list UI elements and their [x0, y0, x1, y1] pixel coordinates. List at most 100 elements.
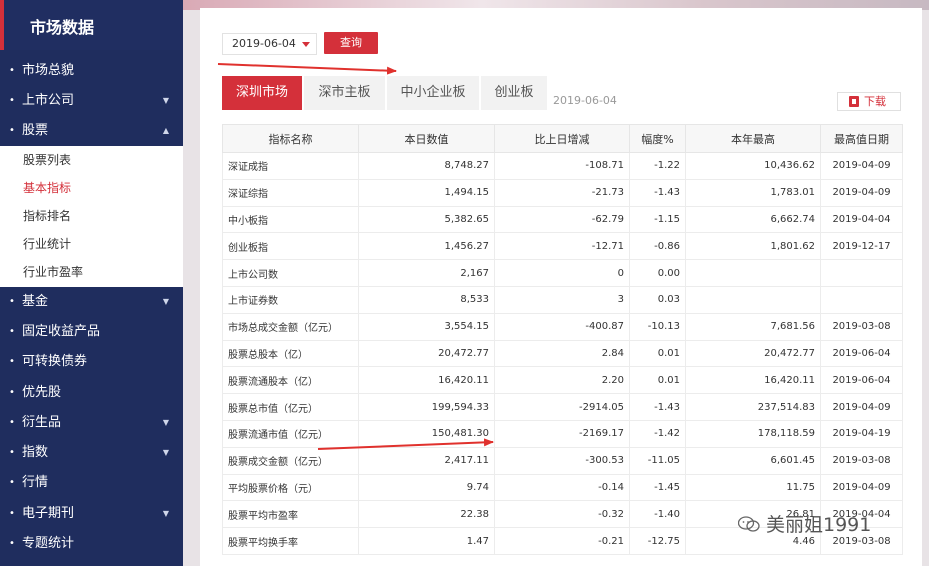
date-select-value: 2019-06-04: [232, 37, 296, 50]
tab-sme-board[interactable]: 中小企业板: [387, 76, 479, 110]
tab-shenzhen-market[interactable]: 深圳市场: [222, 76, 302, 110]
column-header: 最高值日期: [820, 124, 903, 153]
sidebar-item-label: 指数: [22, 445, 49, 460]
bullet-icon: •: [9, 296, 15, 307]
sidebar-item[interactable]: • 指数 ▼: [0, 438, 183, 468]
bullet-icon: •: [9, 95, 15, 106]
table-cell: -1.22: [629, 152, 686, 180]
table-cell: 创业板指: [222, 232, 359, 261]
sidebar-item[interactable]: • 基金 ▼: [0, 287, 183, 317]
table-cell: [685, 285, 821, 314]
table-cell: 3,554.15: [358, 312, 495, 341]
column-header: 比上日增减: [494, 124, 630, 153]
table-cell: 150,481.30: [358, 419, 495, 448]
sidebar-item-label: 衍生品: [22, 415, 62, 430]
main-panel: 2019-06-04 查询 深圳市场 深市主板 中小企业板 创业板 2019-0…: [200, 8, 922, 566]
bullet-icon: •: [9, 508, 15, 519]
table-cell: 股票流通市值（亿元）: [222, 419, 359, 448]
table-cell: 2019-06-04: [820, 339, 903, 368]
date-select[interactable]: 2019-06-04: [222, 33, 317, 55]
sidebar-item[interactable]: • 优先股: [0, 378, 183, 408]
table-cell: 16,420.11: [685, 366, 821, 395]
column-header: 指标名称: [222, 124, 359, 153]
table-cell: 2,167: [358, 259, 495, 287]
table-cell: 中小板指: [222, 205, 359, 234]
table-cell: 2019-12-17: [820, 232, 903, 261]
table-cell: 9.74: [358, 473, 495, 502]
table-cell: 2019-03-08: [820, 312, 903, 341]
table-cell: 237,514.83: [685, 393, 821, 421]
tab-chinext[interactable]: 创业板: [481, 76, 547, 110]
sidebar-item[interactable]: • 电子期刊 ▼: [0, 499, 183, 529]
chevron-down-icon: ▼: [162, 96, 169, 105]
submenu-item[interactable]: 行业市盈率: [0, 258, 183, 286]
table-body: 深证成指 8,748.27 -108.71 -1.22 10,436.62 2019-04…: [222, 152, 903, 555]
bullet-icon: •: [9, 65, 15, 76]
table-cell: 8,748.27: [358, 152, 495, 180]
submenu-item[interactable]: 基本指标: [0, 174, 183, 202]
tab-date-label: 2019-06-04: [553, 94, 617, 107]
table-cell: -108.71: [494, 152, 630, 180]
table-row: 上市证券数 8,533 3 0.03: [222, 285, 903, 314]
sidebar-item[interactable]: • 行情: [0, 468, 183, 498]
table-cell: 20,472.77: [685, 339, 821, 368]
download-button[interactable]: 下载: [837, 92, 901, 111]
download-label: 下载: [864, 95, 886, 108]
table-cell: 1,494.15: [358, 178, 495, 207]
submenu-item[interactable]: 股票列表: [0, 146, 183, 174]
chevron-down-icon: ▼: [162, 448, 169, 457]
table-cell: [685, 259, 821, 287]
caret-down-icon: [302, 42, 310, 47]
bullet-icon: •: [9, 125, 15, 136]
submenu-item[interactable]: 行业统计: [0, 230, 183, 258]
table-cell: 8,533: [358, 285, 495, 314]
table-cell: 2.84: [494, 339, 630, 368]
bullet-icon: •: [9, 326, 15, 337]
table-cell: 2,417.11: [358, 446, 495, 475]
table-cell: 1,456.27: [358, 232, 495, 261]
table-cell: 1.47: [358, 527, 495, 555]
sidebar-item[interactable]: • 上市公司 ▼: [0, 86, 183, 116]
table-row: 创业板指 1,456.27 -12.71 -0.86 1,801.62 2019-12-1…: [222, 232, 903, 261]
bullet-icon: •: [9, 356, 15, 367]
table-cell: -400.87: [494, 312, 630, 341]
submenu-item[interactable]: 指标排名: [0, 202, 183, 230]
sidebar-item[interactable]: • 衍生品 ▼: [0, 408, 183, 438]
table-row: 市场总成交金额（亿元） 3,554.15 -400.87 -10.13 7,681.56…: [222, 312, 903, 341]
column-header: 本日数值: [358, 124, 495, 153]
table-cell: 2019-04-04: [820, 205, 903, 234]
table-cell: -1.40: [629, 500, 686, 529]
sidebar-item-label: 电子期刊: [22, 506, 75, 521]
table-cell: -10.13: [629, 312, 686, 341]
table-cell: 2019-03-08: [820, 446, 903, 475]
wechat-icon: [737, 515, 760, 532]
tab-main-board[interactable]: 深市主板: [304, 76, 385, 110]
table-cell: -2169.17: [494, 419, 630, 448]
table-cell: 股票成交金额（亿元）: [222, 446, 359, 475]
bullet-icon: •: [9, 477, 15, 488]
table-cell: -1.45: [629, 473, 686, 502]
table-cell: [820, 285, 903, 314]
table-cell: -0.32: [494, 500, 630, 529]
table-cell: 16,420.11: [358, 366, 495, 395]
table-cell: 22.38: [358, 500, 495, 529]
table-cell: 上市公司数: [222, 259, 359, 287]
table-cell: -1.43: [629, 178, 686, 207]
table-cell: 2019-04-09: [820, 178, 903, 207]
table-cell: 2019-04-09: [820, 473, 903, 502]
table-cell: 平均股票价格（元）: [222, 473, 359, 502]
sidebar-item[interactable]: • 专题统计: [0, 529, 183, 559]
table-cell: 0: [494, 259, 630, 287]
table-cell: 深证成指: [222, 152, 359, 180]
sidebar-item[interactable]: • 固定收益产品: [0, 317, 183, 347]
pdf-icon: [849, 96, 859, 107]
sidebar-item[interactable]: • 股票 ▲: [0, 116, 183, 146]
sidebar-item[interactable]: • 可转换债券: [0, 347, 183, 377]
table-cell: 6,601.45: [685, 446, 821, 475]
query-button[interactable]: 查询: [324, 32, 378, 54]
table-cell: -62.79: [494, 205, 630, 234]
sidebar-item-label: 市场总貌: [22, 63, 75, 78]
chevron-up-icon: ▲: [162, 126, 169, 135]
table-cell: 0.01: [629, 339, 686, 368]
sidebar-item[interactable]: • 市场总貌: [0, 56, 183, 86]
